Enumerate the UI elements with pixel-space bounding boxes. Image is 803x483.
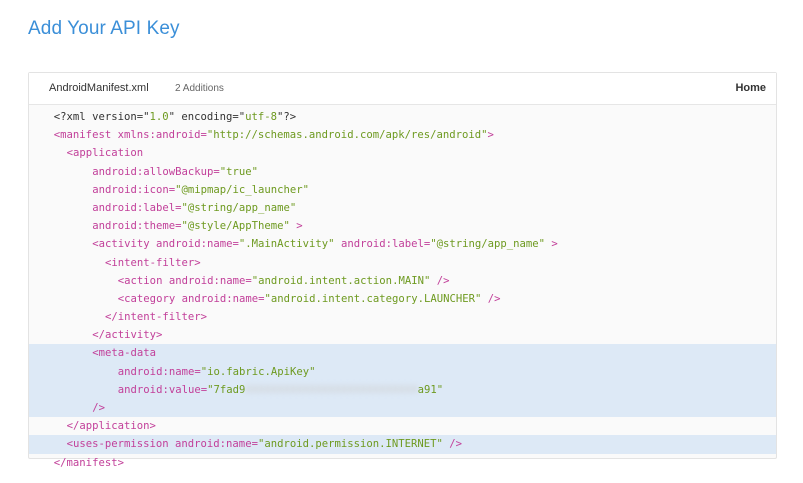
code-token: a91" — [417, 383, 444, 396]
additions-count: 2 Additions — [175, 83, 224, 94]
code-line: android:allowBackup="true" — [29, 163, 776, 181]
code-line: android:name="io.fabric.ApiKey" — [29, 362, 776, 381]
code-token: <action — [117, 274, 169, 287]
code-token: 1.0 — [149, 111, 169, 123]
code-token: "@style/AppTheme" — [181, 220, 290, 233]
page-title: Add Your API Key — [28, 18, 180, 39]
code-token: <activity — [92, 238, 156, 251]
code-token: <uses-permission — [66, 438, 176, 451]
code-token: android:name= — [181, 292, 265, 305]
code-token: > — [289, 220, 303, 233]
code-line: </intent-filter> — [29, 308, 776, 326]
code-token: /> — [92, 402, 105, 414]
code-token: > — [545, 238, 558, 251]
code-token: > — [487, 129, 494, 142]
code-token: " encoding=" — [168, 111, 246, 123]
code-line: android:label="@string/app_name" — [29, 199, 776, 217]
code-line: </application> — [29, 417, 776, 435]
code-line: <activity android:name=".MainActivity" a… — [29, 235, 776, 253]
code-line: <uses-permission android:name="android.p… — [29, 435, 776, 454]
code-line: <manifest xmlns:android="http://schemas.… — [29, 126, 776, 144]
code-token: <category — [117, 292, 182, 305]
code-token: "?> — [277, 111, 297, 123]
code-line: android:icon="@mipmap/ic_launcher" — [29, 181, 776, 199]
code-token: android:name= — [155, 238, 239, 251]
code-line: <intent-filter> — [29, 254, 776, 272]
code-token: "@string/app_name" — [181, 201, 297, 214]
code-token: "7fad9 — [207, 383, 246, 396]
code-token: android:name= — [175, 438, 258, 451]
code-token: </application> — [66, 420, 156, 433]
code-token: "android.permission.INTERNET" — [257, 438, 443, 451]
code-token: android:name= — [117, 365, 201, 378]
code-token: /> — [430, 274, 450, 287]
code-token: xmlns:android= — [117, 129, 207, 142]
code-token: </intent-filter> — [105, 311, 208, 324]
code-token: "android.intent.category.LAUNCHER" — [264, 292, 482, 305]
home-link[interactable]: Home — [735, 82, 766, 94]
code-line: </activity> — [29, 326, 776, 344]
code-token: utf-8 — [245, 111, 278, 123]
code-token: android:allowBackup= — [92, 165, 220, 178]
code-token: android:label= — [334, 238, 431, 251]
panel-header: AndroidManifest.xml 2 Additions Home — [29, 73, 776, 105]
code-token: </manifest> — [53, 456, 124, 469]
code-token: android:label= — [92, 201, 182, 214]
code-line: <action android:name="android.intent.act… — [29, 272, 776, 290]
code-line: android:theme="@style/AppTheme" > — [29, 217, 776, 235]
code-token: "io.fabric.ApiKey" — [200, 365, 316, 378]
code-token: <manifest — [53, 129, 118, 142]
code-token: android:name= — [168, 274, 252, 287]
code-token: </activity> — [92, 329, 163, 342]
code-token: <?xml version=" — [53, 111, 150, 123]
code-token: <meta-data — [92, 347, 156, 360]
code-line: /> — [29, 399, 776, 418]
code-token: android:icon= — [92, 183, 176, 196]
code-line: <meta-data — [29, 344, 776, 363]
code-token: "@string/app_name" — [430, 238, 546, 251]
code-token: <application — [66, 147, 144, 160]
code-token: /> — [481, 292, 501, 305]
redacted-api-key: XXXXXXXXXXXXXXXXXXXXXXXXXXX — [245, 383, 418, 396]
code-token: "@mipmap/ic_launcher" — [175, 183, 310, 196]
code-token: android:theme= — [92, 220, 182, 233]
code-token: android:value= — [117, 383, 208, 396]
code-body: <?xml version="1.0" encoding="utf-8"?> <m… — [29, 105, 776, 472]
code-token: /> — [442, 438, 463, 451]
code-token: "true" — [219, 165, 259, 178]
code-panel: AndroidManifest.xml 2 Additions Home <?x… — [28, 72, 777, 469]
code-token: ".MainActivity" — [238, 238, 335, 251]
code-line: </manifest> — [29, 454, 776, 472]
file-name: AndroidManifest.xml — [49, 82, 149, 94]
code-token: "http://schemas.android.com/apk/res/andr… — [206, 129, 488, 142]
code-token: "android.intent.action.MAIN" — [251, 274, 431, 287]
code-line: android:value="7fad9XXXXXXXXXXXXXXXXXXXX… — [29, 380, 776, 399]
code-line: <category android:name="android.intent.c… — [29, 290, 776, 308]
code-token: <intent-filter> — [105, 256, 201, 269]
code-line: <?xml version="1.0" encoding="utf-8"?> — [29, 108, 776, 126]
code-line: <application — [29, 144, 776, 162]
